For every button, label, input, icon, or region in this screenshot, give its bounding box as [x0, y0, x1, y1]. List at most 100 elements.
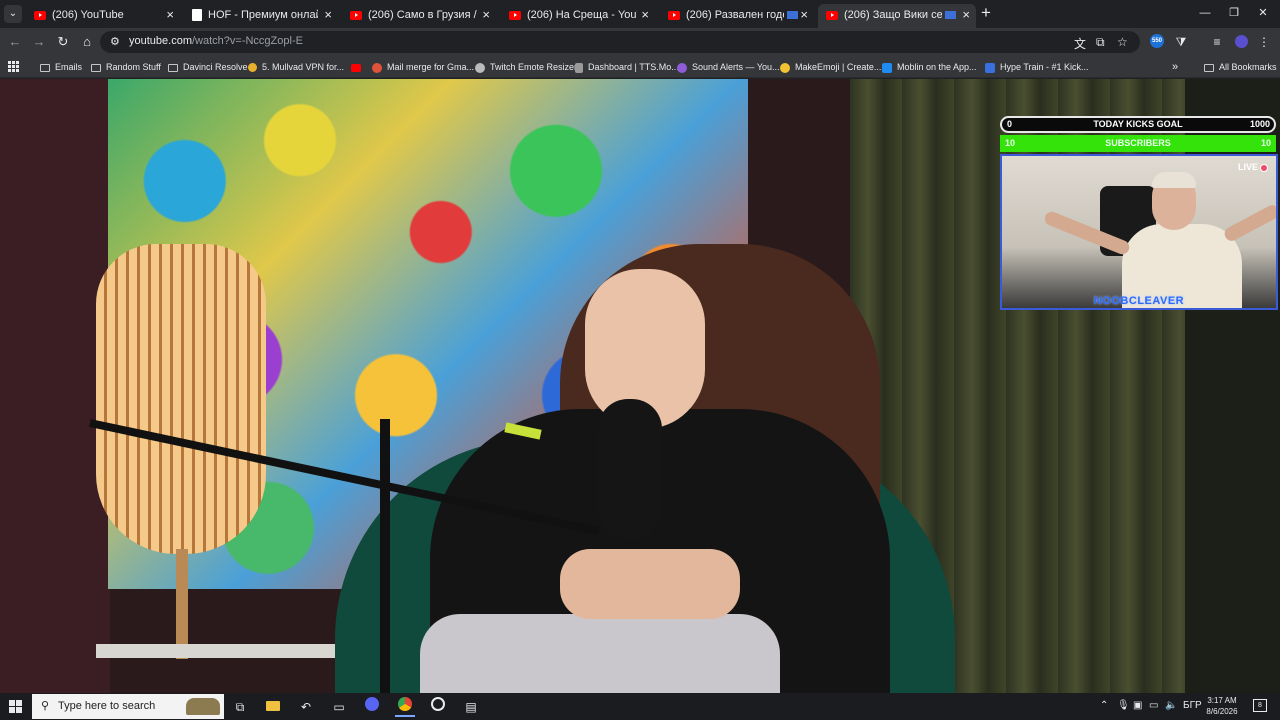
home-button[interactable]: ⌂: [78, 33, 96, 51]
discord-icon[interactable]: [362, 697, 382, 717]
close-tab-icon[interactable]: ×: [800, 4, 808, 26]
live-badge: LIVE: [1238, 162, 1268, 172]
app-window-icon[interactable]: ▤: [461, 697, 481, 717]
streamer-webcam: LIVE NOOBCLEAVER: [1000, 154, 1278, 310]
bookmark-sound-alerts[interactable]: Sound Alerts — You...: [677, 56, 780, 78]
search-icon: ⚲: [41, 700, 50, 712]
video-player[interactable]: 0 TODAY KICKS GOAL 1000 10 SUBSCRIBERS 1…: [0, 79, 1280, 693]
tab-engagement[interactable]: (206) Развален годеж, нов ×: [660, 4, 814, 26]
side-table: [96, 644, 340, 658]
folder-icon: [1204, 63, 1214, 72]
minimize-button[interactable]: —: [1190, 4, 1220, 22]
live-dot-icon: [1260, 163, 1268, 172]
reading-list-icon[interactable]: ≡: [1208, 34, 1226, 50]
bookmarks-bar: Emails Random Stuff Davinci Resolve 5. M…: [0, 56, 1280, 78]
kicks-goal-bar: 0 TODAY KICKS GOAL 1000: [1000, 116, 1276, 133]
close-tab-icon[interactable]: ×: [324, 4, 332, 26]
back-button[interactable]: ←: [6, 33, 24, 51]
bookmark-twitch-emote[interactable]: Twitch Emote Resizer: [475, 56, 577, 78]
taskbar-search[interactable]: ⚲ Type here to search: [32, 694, 224, 719]
tab-active-viki[interactable]: (206) Защо Вики се РАЗДЕ ×: [818, 4, 976, 28]
close-tab-icon[interactable]: ×: [166, 4, 174, 26]
close-tab-icon[interactable]: ×: [962, 4, 970, 26]
file-explorer-icon[interactable]: [263, 697, 283, 717]
tab-search-button[interactable]: ⌄: [4, 5, 22, 23]
bookmark-davinci[interactable]: Davinci Resolve: [168, 56, 248, 78]
guest-pants: [420, 614, 780, 693]
restore-button[interactable]: ❐: [1219, 4, 1249, 22]
extensions-icon[interactable]: ⧩: [1172, 34, 1190, 50]
bookmark-youtube[interactable]: [351, 56, 366, 78]
obs-icon[interactable]: [428, 697, 448, 717]
bookmark-mail-merge[interactable]: Mail merge for Gma...: [372, 56, 474, 78]
close-tab-icon[interactable]: ×: [482, 4, 490, 26]
task-view-icon[interactable]: ⧉: [230, 697, 250, 717]
menu-kebab-icon[interactable]: ⋮: [1255, 34, 1273, 50]
address-bar[interactable]: ⚙ youtube.com/watch?v=-NccgZopl-E 文 ⧉ ☆: [100, 31, 1140, 53]
app-arrow-icon[interactable]: ↶: [296, 697, 316, 717]
media-player-icon[interactable]: ▭: [329, 697, 349, 717]
apps-grid-icon[interactable]: [8, 61, 19, 72]
app-store-icon: [882, 62, 892, 73]
extension-counter-icon[interactable]: 550: [1150, 34, 1164, 48]
lamp-stand: [176, 549, 188, 659]
bookmark-mullvad[interactable]: 5. Mullvad VPN for...: [248, 56, 344, 78]
tab-hof[interactable]: HOF - Премиум онлайн магаз ×: [184, 4, 338, 26]
install-app-icon[interactable]: ⧉: [1096, 35, 1105, 50]
search-highlight-image: [186, 698, 220, 715]
bookmark-makeemoji[interactable]: MakeEmoji | Create...: [780, 56, 881, 78]
guest-hands: [560, 549, 740, 619]
notifications-icon[interactable]: 8: [1253, 699, 1267, 712]
tab-georgia[interactable]: (206) Само в Грузия / Не бях е ×: [342, 4, 496, 26]
video-background-wall: [0, 79, 110, 693]
bookmark-emails[interactable]: Emails: [40, 56, 82, 78]
mail-merge-icon: [372, 62, 382, 73]
emoji-icon: [780, 62, 790, 73]
tray-app-icon[interactable]: ▣: [1133, 699, 1142, 713]
youtube-icon: [668, 10, 680, 20]
tts-icon: [575, 62, 583, 73]
site-info-icon[interactable]: ⚙: [110, 35, 120, 48]
all-bookmarks[interactable]: All Bookmarks: [1204, 56, 1277, 78]
tab-youtube-home[interactable]: (206) YouTube ×: [26, 4, 180, 26]
bookmark-random-stuff[interactable]: Random Stuff: [91, 56, 161, 78]
volume-icon[interactable]: 🔈: [1165, 699, 1177, 713]
tray-overflow-icon[interactable]: ⌃: [1100, 699, 1108, 713]
windows-start-icon[interactable]: [9, 700, 22, 713]
translate-icon[interactable]: 文: [1074, 35, 1086, 52]
podcast-microphone: [598, 399, 662, 539]
new-tab-button[interactable]: +: [981, 4, 991, 22]
sound-alerts-icon: [677, 62, 687, 73]
taskbar-clock[interactable]: 3:17 AM 8/6/2026: [1199, 695, 1245, 717]
mullvad-icon: [248, 63, 257, 73]
youtube-icon: [509, 10, 521, 20]
reload-button[interactable]: ↻: [54, 33, 72, 51]
bookmarks-overflow-icon[interactable]: »: [1172, 56, 1178, 78]
windows-taskbar: ⚲ Type here to search ⧉ ↶ ▭ ▤ ⌃ 🎙 ▣ ▭ 🔈 …: [0, 693, 1280, 720]
cast-icon: [945, 11, 956, 20]
tab-na-sreshta[interactable]: (206) На Среща - YouTube ×: [501, 4, 655, 26]
streamer-hair: [1152, 172, 1196, 188]
bookmark-hype-train[interactable]: Hype Train - #1 Kick...: [985, 56, 1089, 78]
folder-icon: [91, 63, 101, 72]
folder-icon: [168, 63, 178, 72]
youtube-icon: [350, 10, 362, 20]
document-icon: [192, 9, 202, 22]
close-window-button[interactable]: ✕: [1248, 4, 1278, 22]
rattan-lamp: [96, 244, 266, 554]
bookmark-star-icon[interactable]: ☆: [1117, 35, 1128, 49]
tab-strip: ⌄ (206) YouTube × HOF - Премиум онлайн м…: [0, 0, 1280, 28]
bookmark-moblin[interactable]: Moblin on the App...: [882, 56, 977, 78]
profile-avatar[interactable]: [1235, 35, 1248, 48]
network-icon[interactable]: ▭: [1149, 699, 1158, 713]
subscribers-bar: 10 SUBSCRIBERS 10: [1000, 135, 1276, 152]
bookmark-tts[interactable]: Dashboard | TTS.Mo...: [575, 56, 679, 78]
url-text[interactable]: youtube.com/watch?v=-NccgZopl-E: [129, 35, 303, 47]
streamer-name: NOOBCLEAVER: [1093, 295, 1185, 307]
youtube-icon: [351, 63, 361, 72]
forward-button[interactable]: →: [30, 33, 48, 51]
microphone-icon[interactable]: 🎙: [1117, 699, 1130, 713]
close-tab-icon[interactable]: ×: [641, 4, 649, 26]
chrome-icon[interactable]: [395, 697, 415, 717]
browser-toolbar: ← → ↻ ⌂ ⚙ youtube.com/watch?v=-NccgZopl-…: [0, 28, 1280, 56]
